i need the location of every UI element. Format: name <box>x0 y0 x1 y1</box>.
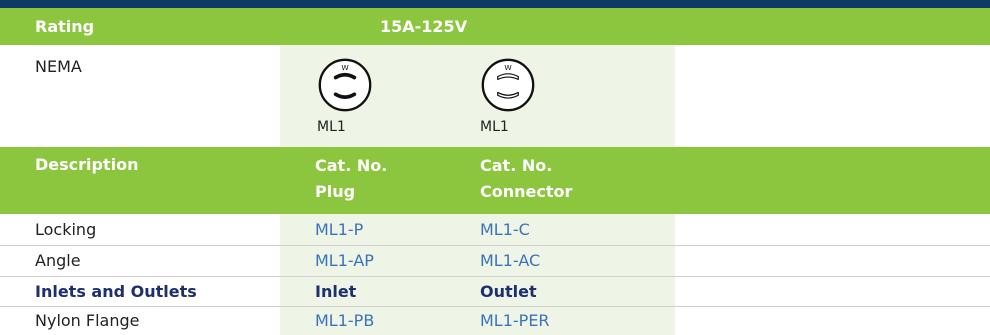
table-row: Angle ML1-AP ML1-AC <box>0 246 990 276</box>
nema-connector-code: ML1 <box>480 119 509 135</box>
row-plug-link[interactable]: ML1-AP <box>280 246 445 276</box>
description-header-row: Description Cat. No. Plug Cat. No. Conne… <box>0 147 990 214</box>
row-description: Angle <box>35 251 81 270</box>
cat-no-plug-line2: Plug <box>315 182 356 201</box>
nema-ml1-connector-icon: W <box>481 58 535 112</box>
row-description: Nylon Flange <box>35 311 140 330</box>
rating-header-row: Rating 15A-125V <box>0 8 990 45</box>
rating-value: 15A-125V <box>380 17 468 36</box>
description-label: Description <box>35 155 139 174</box>
nema-plug-code: ML1 <box>317 119 346 135</box>
top-bar <box>0 0 990 8</box>
cat-no-connector-line1: Cat. No. <box>480 156 553 175</box>
inlet-header: Inlet <box>315 282 357 301</box>
row-plug-link[interactable]: ML1-PB <box>280 307 445 335</box>
row-plug-link[interactable]: ML1-P <box>280 214 445 245</box>
svg-text:W: W <box>341 63 349 72</box>
row-connector-link[interactable]: ML1-C <box>445 214 675 245</box>
nema-ml1-plug-icon: W <box>318 58 372 112</box>
nema-label: NEMA <box>35 57 82 76</box>
row-connector-link[interactable]: ML1-PER <box>445 307 675 335</box>
cat-no-plug-line1: Cat. No. <box>315 156 388 175</box>
table-row: Locking ML1-P ML1-C <box>0 214 990 245</box>
rating-label: Rating <box>35 17 95 36</box>
table-row: Nylon Flange ML1-PB ML1-PER <box>0 307 990 335</box>
svg-text:W: W <box>504 63 512 72</box>
nema-row: NEMA W ML1 W ML1 <box>0 45 990 147</box>
cat-no-connector-line2: Connector <box>480 182 573 201</box>
cat-no-connector-header: Cat. No. Connector <box>445 147 675 207</box>
row-connector-link[interactable]: ML1-AC <box>445 246 675 276</box>
cat-no-plug-header: Cat. No. Plug <box>280 147 445 207</box>
outlet-header: Outlet <box>480 282 537 301</box>
inlets-outlets-label: Inlets and Outlets <box>35 282 197 301</box>
row-description: Locking <box>35 220 97 239</box>
inlets-header-row: Inlets and Outlets Inlet Outlet <box>0 277 990 306</box>
